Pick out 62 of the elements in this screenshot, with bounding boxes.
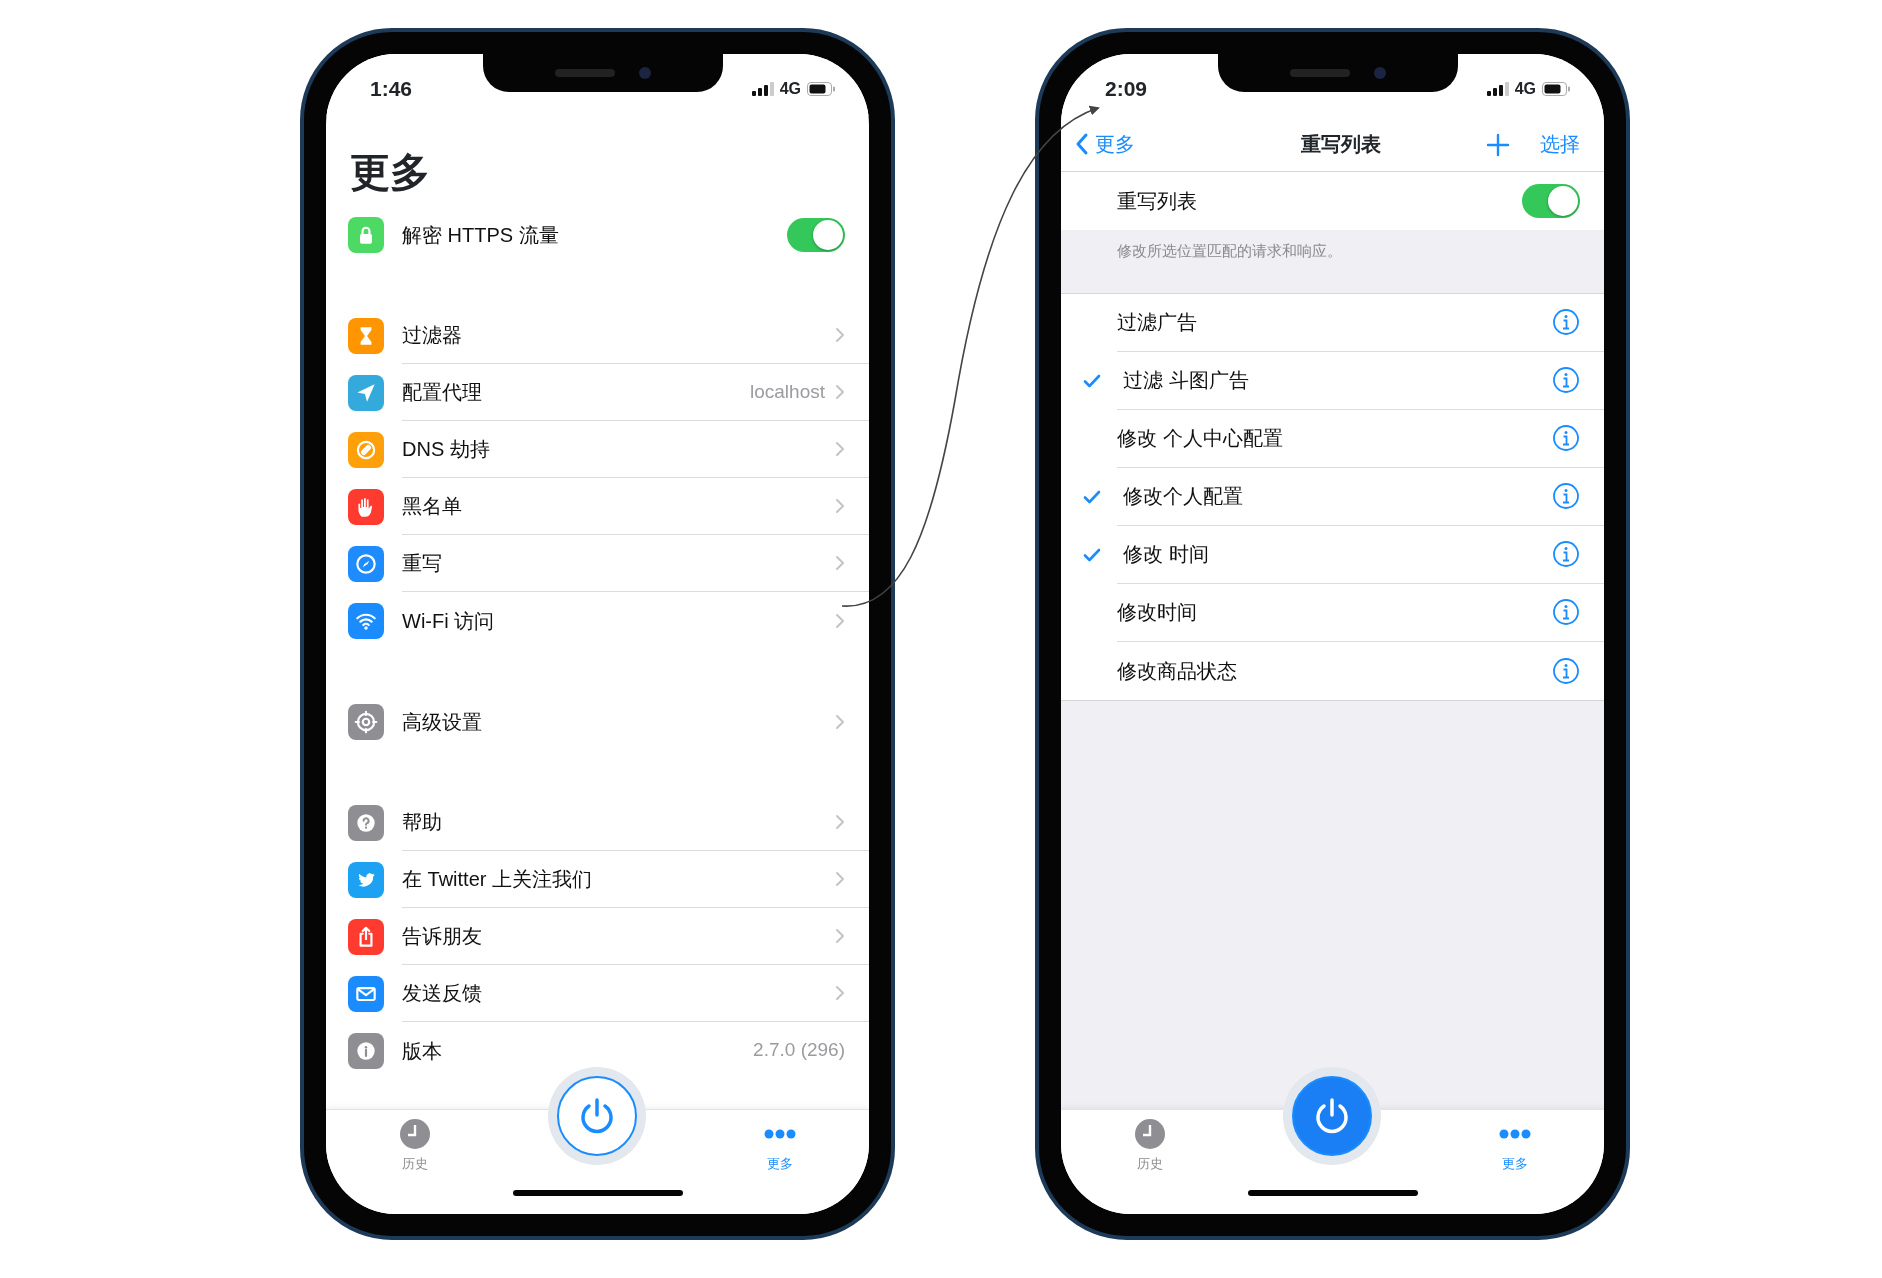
row-label: 配置代理: [402, 380, 483, 405]
toggle-switch[interactable]: [787, 217, 845, 252]
tab-button[interactable]: 历史: [379, 1118, 450, 1174]
section-footer: 修改所选位置匹配的请求和响应。: [1061, 230, 1604, 293]
chevron-icon: [835, 871, 845, 887]
info-icon: [1552, 424, 1580, 452]
row-label: 帮助: [402, 810, 443, 835]
battery-icon: [1542, 82, 1570, 96]
rule-label[interactable]: 修改时间: [1117, 597, 1552, 627]
row-label: 高级设置: [402, 709, 483, 735]
chevron-icon: [835, 498, 845, 514]
chevron-icon: [835, 441, 845, 457]
rule-label[interactable]: 修改 时间: [1117, 539, 1552, 569]
row-label: 重写列表: [1117, 189, 1198, 214]
info-icon: [1552, 366, 1580, 394]
rule-label[interactable]: 修改个人配置: [1117, 481, 1552, 511]
plus-icon: [1486, 133, 1510, 158]
row-label: 版本: [402, 1038, 443, 1064]
signal-icon: [751, 82, 774, 96]
row-label: Wi-Fi 访问: [402, 608, 496, 634]
row-label: 过滤器: [402, 323, 463, 348]
info-icon: [1552, 482, 1580, 510]
back-chevron-icon: [1075, 131, 1089, 156]
battery-icon: [807, 82, 835, 96]
toggle-switch[interactable]: [1522, 184, 1580, 218]
network-label: 4G: [1514, 79, 1536, 99]
chevron-icon: [835, 327, 845, 343]
info-icon: [1552, 308, 1580, 336]
chevron-icon: [835, 384, 845, 400]
row-value: 2.7.0 (296): [753, 1038, 845, 1063]
clock-icon: [398, 1118, 431, 1150]
rule-label[interactable]: 修改 个人中心配置: [1117, 423, 1552, 453]
row-label: 在 Twitter 上关注我们: [402, 867, 593, 892]
status-time: 2:09: [1105, 76, 1149, 103]
row-label: 告诉朋友: [402, 924, 483, 949]
network-label: 4G: [779, 79, 801, 99]
chevron-icon: [835, 555, 845, 571]
row-label: 解密 HTTPS 流量: [402, 222, 560, 248]
chevron-icon: [835, 612, 845, 629]
status-time: 1:46: [370, 76, 414, 103]
row-label: 黑名单: [402, 494, 463, 519]
chevron-icon: [835, 814, 845, 830]
screen-title: 重写列表: [1299, 131, 1382, 157]
info-icon: [1552, 656, 1580, 685]
chevron-icon: [835, 928, 845, 944]
row-value: localhost: [750, 379, 825, 404]
row-label: DNS 劫持: [402, 437, 491, 462]
rule-label[interactable]: 修改商品状态: [1117, 655, 1552, 686]
row-label: 重写: [402, 551, 443, 576]
info-icon: [1552, 540, 1580, 568]
rule-label[interactable]: 过滤广告: [1117, 307, 1552, 337]
tab-button[interactable]: 更多: [745, 1118, 816, 1174]
info-icon: [1552, 598, 1580, 626]
clock-icon: [1133, 1118, 1166, 1150]
chevron-icon: [835, 985, 845, 1001]
signal-icon: [1486, 82, 1509, 96]
tab-button[interactable]: 历史: [1114, 1118, 1185, 1174]
page-title: 更多: [349, 149, 431, 196]
tab-button[interactable]: 更多: [1480, 1118, 1551, 1174]
rule-label[interactable]: 过滤 斗图广告: [1117, 365, 1552, 395]
chevron-icon: [835, 713, 845, 730]
row-label: 发送反馈: [402, 981, 483, 1006]
